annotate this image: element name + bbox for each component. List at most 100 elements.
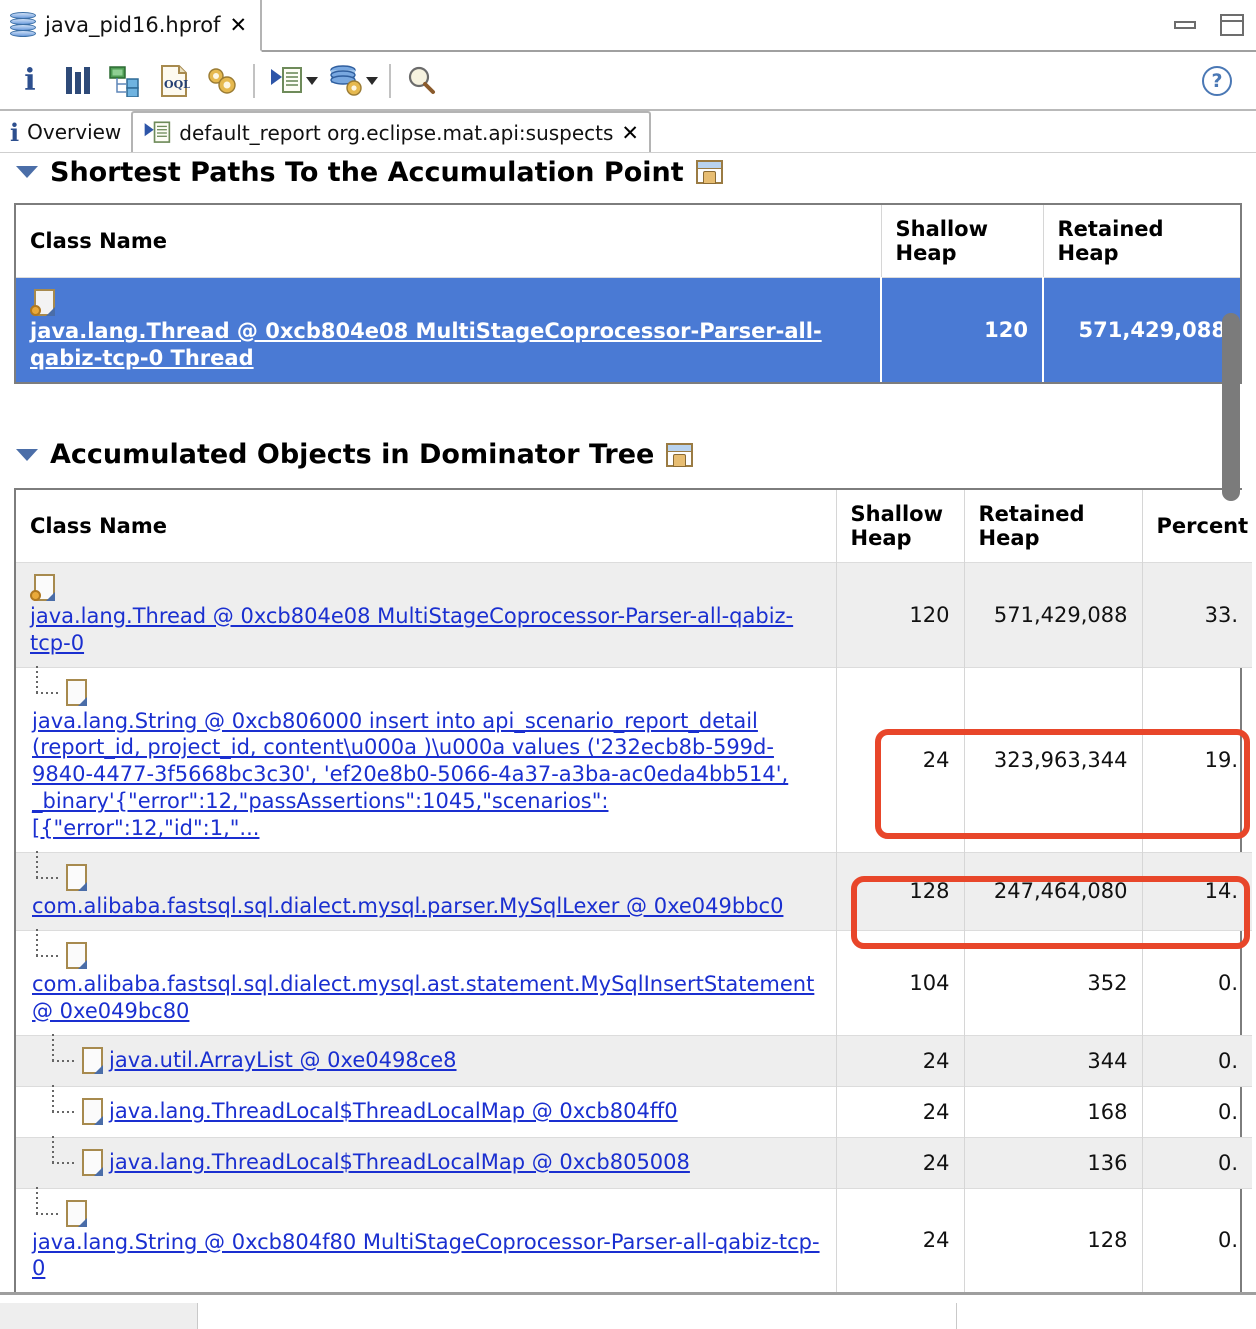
cell-shallow-heap: 24 xyxy=(836,1034,965,1086)
search-icon[interactable] xyxy=(398,57,446,105)
open-in-new-window-icon[interactable] xyxy=(695,160,723,184)
info-icon: i xyxy=(10,117,20,147)
cell-class-name[interactable]: java.lang.String @ 0xcb804f80 MultiStage… xyxy=(16,1186,837,1292)
cell-percent: 0. xyxy=(1142,1136,1252,1188)
object-link[interactable]: com.alibaba.fastsql.sql.dialect.mysql.pa… xyxy=(32,894,783,918)
cell-shallow-heap: 104 xyxy=(836,929,965,1035)
object-link[interactable]: java.util.ArrayList @ 0xe0498ce8 xyxy=(109,1047,457,1074)
dominator-tree-icon[interactable] xyxy=(102,57,150,105)
cell-class-name[interactable]: java.lang.ThreadLocal$ThreadLocalMap @ 0… xyxy=(16,1135,837,1188)
open-in-new-window-icon[interactable] xyxy=(666,442,694,467)
tab-default-report[interactable]: default_report org.eclipse.mat.api:suspe… xyxy=(131,111,652,153)
vertical-scrollbar-thumb[interactable] xyxy=(1222,313,1240,501)
column-header-shallow-heap[interactable]: Shallow Heap xyxy=(836,489,965,563)
object-icon xyxy=(78,1097,105,1127)
heap-dump-overview-icon[interactable] xyxy=(322,57,370,105)
close-icon[interactable]: ✕ xyxy=(621,122,639,144)
cell-class-name[interactable]: java.lang.Thread @ 0xcb804e08 MultiStage… xyxy=(16,561,837,667)
chevron-down-icon[interactable] xyxy=(16,448,38,461)
column-header-retained-heap[interactable]: Retained Heap xyxy=(1043,205,1240,278)
object-link[interactable]: java.lang.String @ 0xcb806000 insert int… xyxy=(32,709,788,841)
column-header-shallow-heap[interactable]: Shallow Heap xyxy=(881,205,1044,278)
section-title: Shortest Paths To the Accumulation Point xyxy=(50,156,684,188)
help-icon[interactable]: ? xyxy=(1202,65,1232,96)
histogram-icon[interactable] xyxy=(54,57,102,105)
tree-connector-icon xyxy=(48,1135,78,1178)
cell-percent: 0. xyxy=(1142,1085,1252,1137)
cell-percent: 33. xyxy=(1142,561,1252,667)
cell-class-name[interactable]: com.alibaba.fastsql.sql.dialect.mysql.pa… xyxy=(16,850,837,931)
section-header-shortest-paths[interactable]: Shortest Paths To the Accumulation Point xyxy=(0,153,1256,191)
object-link[interactable]: com.alibaba.fastsql.sql.dialect.mysql.as… xyxy=(32,972,814,1023)
table-row[interactable]: java.lang.String @ 0xcb806000 insert int… xyxy=(16,665,1252,853)
tree-connector-icon xyxy=(32,850,62,893)
column-header-retained-heap[interactable]: Retained Heap xyxy=(964,489,1143,563)
tree-connector-icon xyxy=(32,928,62,971)
cell-retained-heap: 168 xyxy=(964,1085,1143,1137)
oql-icon[interactable]: OQL xyxy=(150,57,198,105)
tab-overview[interactable]: i Overview xyxy=(0,111,131,153)
cell-percent: 0. xyxy=(1142,1034,1252,1086)
cell-shallow-heap: 24 xyxy=(836,666,965,853)
minimize-icon[interactable] xyxy=(1174,21,1196,29)
tree-connector-icon xyxy=(48,1033,78,1076)
table-row[interactable]: com.alibaba.fastsql.sql.dialect.mysql.as… xyxy=(16,928,1252,1035)
object-link[interactable]: java.lang.Thread @ 0xcb804e08 MultiStage… xyxy=(30,604,793,655)
cell-shallow-heap: 24 xyxy=(836,1136,965,1188)
cell-percent: 0. xyxy=(1142,929,1252,1035)
object-link[interactable]: java.lang.Thread @ 0xcb804e08 MultiStage… xyxy=(30,319,822,370)
cell-percent: 0. xyxy=(1142,1187,1252,1292)
cell-class-name[interactable]: java.util.ArrayList @ 0xe0498ce8 xyxy=(16,1033,837,1086)
shortest-paths-table: Class Name Shallow Heap Retained Heap ja… xyxy=(14,203,1242,384)
cell-class-name[interactable]: com.alibaba.fastsql.sql.dialect.mysql.as… xyxy=(16,928,837,1035)
section-header-accumulated-objects[interactable]: Accumulated Objects in Dominator Tree xyxy=(0,436,1256,474)
editor-tab-label: java_pid16.hprof xyxy=(45,13,221,37)
cell-shallow-heap: 120 xyxy=(836,561,965,667)
table-row[interactable]: java.util.ArrayList @ 0xe0498ce8 24 344 … xyxy=(16,1033,1252,1086)
cell-class-name[interactable]: java.lang.String @ 0xcb806000 insert int… xyxy=(16,665,837,853)
cell-retained-heap: 344 xyxy=(964,1034,1143,1086)
dominator-tree-table: Class Name Shallow Heap Retained Heap Pe… xyxy=(14,487,1252,1292)
info-icon[interactable]: i xyxy=(6,57,54,105)
column-header-percent[interactable]: Percent xyxy=(1142,489,1252,563)
main-toolbar: i OQL ? xyxy=(0,52,1256,111)
tab-overview-label: Overview xyxy=(27,120,122,144)
object-link[interactable]: java.lang.ThreadLocal$ThreadLocalMap @ 0… xyxy=(109,1149,690,1176)
table-row[interactable]: java.lang.ThreadLocal$ThreadLocalMap @ 0… xyxy=(16,1135,1252,1188)
window-title-bar: java_pid16.hprof ✕ xyxy=(0,0,1256,52)
tree-connector-icon xyxy=(48,1084,78,1127)
maximize-icon[interactable] xyxy=(1220,14,1244,36)
object-icon xyxy=(78,1148,105,1178)
table-row[interactable]: java.lang.Thread @ 0xcb804e08 MultiStage… xyxy=(16,276,1240,382)
cell-retained-heap: 571,429,088 xyxy=(964,561,1143,667)
cell-shallow-heap: 120 xyxy=(881,276,1044,382)
cell-class-name[interactable]: java.lang.Thread @ 0xcb804e08 MultiStage… xyxy=(16,276,882,382)
window-controls xyxy=(1174,0,1244,50)
object-icon xyxy=(62,1199,89,1229)
settings-icon[interactable] xyxy=(198,57,246,105)
table-row[interactable]: java.lang.ThreadLocal$ThreadLocalMap @ 0… xyxy=(16,1084,1252,1137)
close-icon[interactable]: ✕ xyxy=(229,14,247,36)
object-icon xyxy=(62,941,89,971)
table-row[interactable]: com.alibaba.fastsql.sql.dialect.mysql.pa… xyxy=(16,850,1252,931)
table-row[interactable]: java.lang.Thread @ 0xcb804e08 MultiStage… xyxy=(16,561,1252,667)
toolbar-separator-1 xyxy=(253,63,255,98)
report-content-pane: Shortest Paths To the Accumulation Point… xyxy=(0,152,1256,1292)
toolbar-separator-2 xyxy=(389,63,391,98)
cell-shallow-heap: 24 xyxy=(836,1085,965,1137)
column-header-class-name[interactable]: Class Name xyxy=(16,205,882,278)
object-link[interactable]: java.lang.ThreadLocal$ThreadLocalMap @ 0… xyxy=(109,1098,678,1125)
cell-class-name[interactable]: java.lang.ThreadLocal$ThreadLocalMap @ 0… xyxy=(16,1084,837,1137)
table-row[interactable]: java.lang.String @ 0xcb804f80 MultiStage… xyxy=(16,1186,1252,1292)
cell-retained-heap: 136 xyxy=(964,1136,1143,1188)
status-segment-main xyxy=(199,1303,957,1329)
chevron-down-icon[interactable] xyxy=(16,166,38,178)
cell-percent: 14. xyxy=(1142,851,1252,931)
object-icon xyxy=(78,1046,105,1076)
object-link[interactable]: java.lang.String @ 0xcb804f80 MultiStage… xyxy=(32,1230,820,1281)
report-icon xyxy=(144,121,171,143)
cell-retained-heap: 247,464,080 xyxy=(964,851,1143,931)
editor-tab-heap-dump[interactable]: java_pid16.hprof ✕ xyxy=(0,0,262,52)
run-expert-report-icon[interactable] xyxy=(262,57,310,105)
column-header-class-name[interactable]: Class Name xyxy=(16,489,837,563)
